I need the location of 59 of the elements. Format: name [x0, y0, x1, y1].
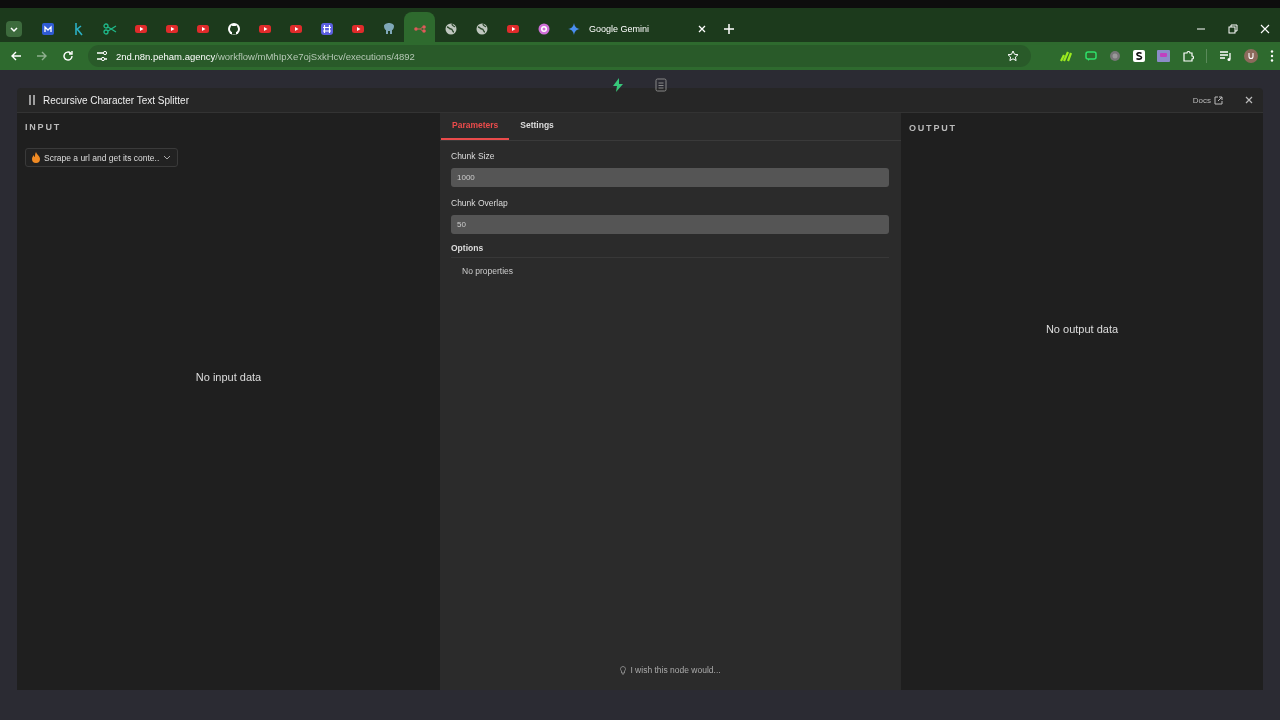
address-bar[interactable]: 2nd.n8n.peham.agency/workflow/mMhIpXe7ojSxkHcv/executions/4892	[88, 45, 1031, 67]
scissors-icon	[102, 22, 117, 36]
source-node-dropdown[interactable]: Scrape a url and get its conte..	[25, 148, 179, 167]
reload-icon[interactable]	[62, 50, 74, 62]
panel-heading: INPUT	[25, 122, 62, 132]
grid-icon	[319, 22, 334, 36]
puzzle-icon[interactable]	[1182, 50, 1194, 62]
video-play-icon	[288, 22, 303, 36]
empty-message: No input data	[195, 370, 262, 383]
input-field[interactable]: 1000	[451, 168, 889, 187]
video-play-icon	[257, 22, 272, 36]
media-controls-icon[interactable]	[1219, 50, 1232, 62]
new-tab-icon[interactable]	[723, 23, 735, 35]
github-icon	[226, 22, 241, 36]
options-label: Options	[451, 243, 485, 253]
node-title: Recursive Character Text Splitter	[43, 94, 189, 106]
feedback-link[interactable]: I wish this node would...	[620, 665, 721, 675]
globe-icon	[474, 22, 489, 36]
video-play-icon	[133, 22, 148, 36]
star-icon[interactable]	[1007, 50, 1019, 62]
video-play-icon	[350, 22, 365, 36]
close-icon[interactable]	[1245, 96, 1253, 104]
docs-link[interactable]: Docs	[1192, 95, 1223, 105]
elephant-icon	[381, 22, 396, 36]
input-field[interactable]: 50	[451, 215, 889, 234]
lightning-icon[interactable]	[611, 78, 625, 92]
sparkle-icon	[567, 22, 581, 36]
lightbulb-icon	[620, 665, 627, 675]
empty-message: No output data	[1045, 323, 1119, 335]
panel-tab[interactable]: Settings	[509, 113, 565, 140]
back-arrow-icon[interactable]	[10, 50, 22, 62]
panel-tab[interactable]: Parameters	[441, 113, 510, 140]
empty-message: No properties	[461, 266, 515, 276]
chevron-down-icon	[163, 155, 172, 160]
restore-icon[interactable]	[1228, 24, 1238, 34]
drag-handle-icon[interactable]	[29, 94, 35, 106]
browser-tab[interactable]: Google Gemini	[559, 12, 715, 46]
more-menu-icon[interactable]	[1270, 50, 1274, 62]
globe-icon	[443, 22, 458, 36]
video-play-icon	[195, 22, 210, 36]
document-icon[interactable]	[655, 78, 667, 92]
field-label: Chunk Size	[451, 151, 496, 161]
m-logo-icon	[40, 22, 55, 36]
ring-logo-icon	[536, 22, 551, 36]
video-play-icon	[164, 22, 179, 36]
external-link-icon	[1214, 95, 1223, 105]
url-text: 2nd.n8n.peham.agency/workflow/mMhIpXe7ojSxkHcv/executions/4892	[116, 50, 415, 62]
panel-heading: OUTPUT	[909, 123, 958, 133]
forward-arrow-icon[interactable]	[36, 50, 48, 62]
profile-avatar-icon[interactable]	[1244, 49, 1258, 63]
field-label: Chunk Overlap	[451, 198, 509, 208]
chat-bubble-icon[interactable]	[1085, 50, 1097, 62]
s-extension-icon[interactable]	[1133, 50, 1145, 62]
video-play-icon	[505, 22, 520, 36]
tab-search-button[interactable]	[6, 21, 22, 37]
workflow-icon	[412, 22, 427, 36]
chart-bars-icon[interactable]	[1059, 49, 1073, 63]
site-settings-icon[interactable]	[96, 50, 108, 62]
flame-icon	[32, 152, 40, 163]
